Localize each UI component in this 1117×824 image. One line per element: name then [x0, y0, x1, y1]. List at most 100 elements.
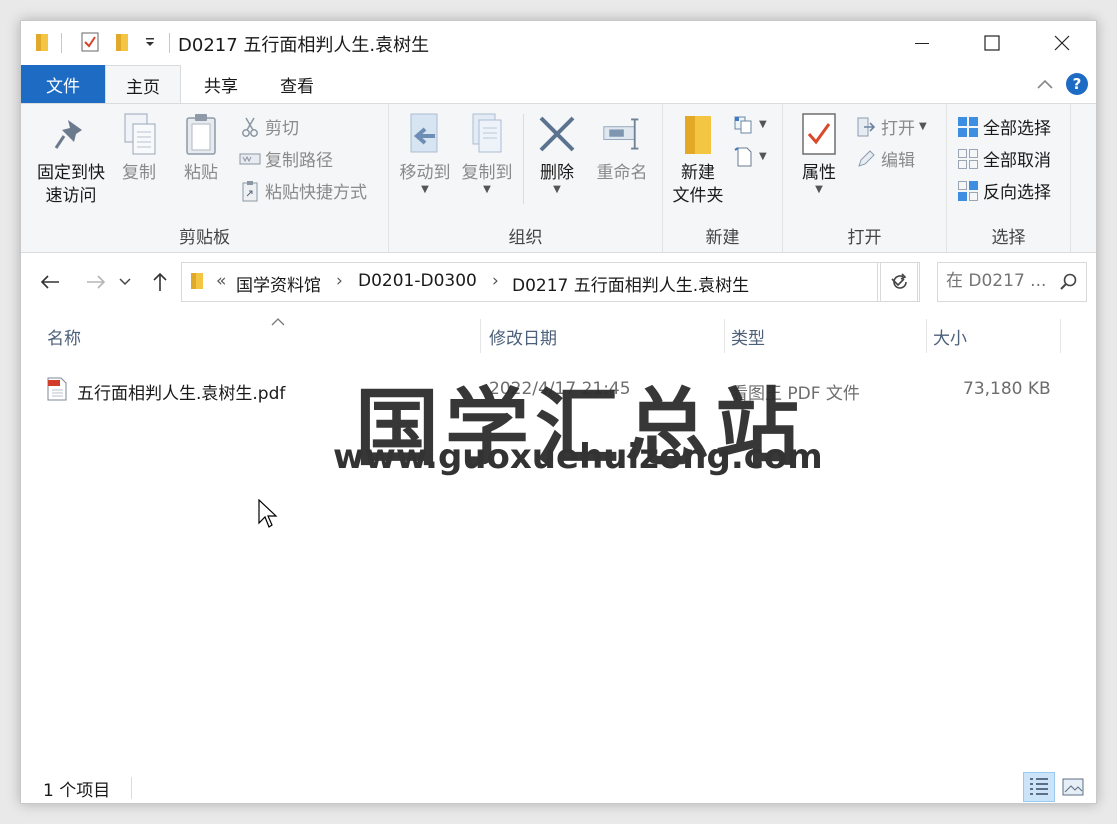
details-view-button[interactable] — [1023, 772, 1055, 802]
copy-button[interactable]: 复制 — [117, 112, 161, 185]
copy-to-icon — [467, 112, 507, 156]
rename-button[interactable]: 重命名 — [589, 112, 655, 185]
chevron-up-icon[interactable] — [1032, 71, 1058, 97]
breadcrumb-item[interactable]: D0217 五行面相判人生.袁树生 — [512, 271, 749, 296]
paste-shortcut-button[interactable]: 粘贴快捷方式 — [239, 178, 367, 203]
breadcrumb-item[interactable]: 国学资料馆 — [236, 271, 321, 296]
status-bar: 1 个项目 — [21, 771, 1096, 803]
large-icons-view-button[interactable] — [1057, 772, 1089, 802]
new-item-button[interactable]: ▼ — [733, 114, 767, 136]
properties-button[interactable]: 属性 ▼ — [795, 112, 843, 195]
search-icon[interactable] — [1060, 273, 1078, 296]
tab-home[interactable]: 主页 — [105, 65, 181, 104]
select-all-button[interactable]: 全部选择 — [957, 114, 1051, 139]
open-group: 属性 ▼ 打开 ▼ 编辑 打开 — [783, 104, 947, 252]
rename-icon — [602, 112, 642, 156]
watermark-url: www.guoxuehuizong.com — [333, 437, 823, 477]
explorer-window: D0217 五行面相判人生.袁树生 文件 主页 共享 查看 ? 固定到快 速访问… — [20, 20, 1097, 804]
pdf-file-icon — [45, 377, 69, 406]
select-group: 全部选择 全部取消 反向选择 选择 — [947, 104, 1071, 252]
folder-icon — [190, 271, 204, 296]
window-title: D0217 五行面相判人生.袁树生 — [178, 35, 430, 56]
sort-ascending-icon — [271, 315, 285, 329]
chevron-down-icon: ▼ — [815, 184, 823, 195]
delete-x-icon — [537, 112, 577, 156]
invert-selection-icon — [957, 180, 979, 202]
breadcrumb-separator[interactable]: › — [492, 271, 499, 291]
minimize-button[interactable] — [887, 21, 957, 65]
select-none-icon — [957, 148, 979, 170]
column-header-size[interactable]: 大小 — [927, 319, 1061, 353]
select-all-icon — [957, 116, 979, 138]
recent-locations-button[interactable] — [115, 267, 135, 297]
cut-button[interactable]: 剪切 — [239, 114, 299, 139]
refresh-button[interactable] — [880, 262, 920, 302]
help-icon[interactable]: ? — [1066, 73, 1088, 95]
chevron-down-icon: ▼ — [483, 184, 491, 195]
breadcrumb-overflow[interactable]: « — [216, 271, 226, 291]
properties-icon — [799, 112, 839, 156]
chevron-down-icon: ▼ — [553, 184, 561, 195]
ribbon: 固定到快 速访问 复制 粘贴 剪切 复制路径 粘贴快捷方式 剪贴板 移动到 ▼ … — [21, 103, 1096, 253]
paste-button[interactable]: 粘贴 — [179, 112, 223, 185]
file-size: 73,180 KB — [963, 379, 1051, 399]
new-folder-icon — [678, 112, 718, 156]
address-bar[interactable]: « 国学资料馆 › D0201-D0300 › D0217 五行面相判人生.袁树… — [181, 262, 878, 302]
column-header-type[interactable]: 类型 — [725, 319, 927, 353]
edit-button[interactable]: 编辑 — [855, 146, 915, 171]
copy-to-button[interactable]: 复制到 ▼ — [459, 112, 515, 195]
pin-quick-access-button[interactable]: 固定到快 速访问 — [31, 112, 111, 208]
tab-share[interactable]: 共享 — [185, 65, 257, 103]
up-button[interactable] — [145, 267, 175, 297]
scissors-icon — [239, 116, 261, 138]
chevron-down-icon: ▼ — [919, 120, 927, 132]
new-folder-quick-icon[interactable] — [111, 31, 133, 53]
chevron-down-icon: ▼ — [759, 151, 767, 162]
pin-icon — [51, 112, 91, 156]
organize-group-label: 组织 — [508, 228, 543, 248]
navigation-bar: « 国学资料馆 › D0201-D0300 › D0217 五行面相判人生.袁树… — [21, 253, 1096, 311]
new-folder-button[interactable]: 新建 文件夹 — [667, 112, 729, 208]
new-group: 新建 文件夹 ▼ ▼ 新建 — [663, 104, 783, 252]
forward-button[interactable] — [81, 267, 111, 297]
search-input[interactable] — [946, 271, 1056, 291]
chevron-down-icon: ▼ — [421, 184, 429, 195]
new-group-label: 新建 — [705, 228, 740, 248]
column-header-modified[interactable]: 修改日期 — [483, 319, 725, 353]
easy-access-button[interactable]: ▼ — [733, 146, 767, 168]
close-button[interactable] — [1027, 21, 1096, 65]
organize-group: 移动到 ▼ 复制到 ▼ 删除 ▼ 重命名 组织 — [389, 104, 663, 252]
clipboard-group-label: 剪贴板 — [179, 228, 230, 248]
invert-selection-button[interactable]: 反向选择 — [957, 178, 1051, 203]
easy-access-icon — [733, 146, 755, 168]
select-group-label: 选择 — [991, 228, 1026, 248]
customize-quick-access-icon[interactable] — [139, 31, 161, 53]
move-to-button[interactable]: 移动到 ▼ — [397, 112, 453, 195]
open-button[interactable]: 打开 ▼ — [855, 114, 927, 139]
file-name[interactable]: 五行面相判人生.袁树生.pdf — [77, 379, 285, 404]
breadcrumb-separator[interactable]: › — [336, 271, 343, 291]
copy-icon — [119, 112, 159, 156]
tab-file[interactable]: 文件 — [21, 65, 105, 103]
chevron-down-icon: ▼ — [759, 119, 767, 130]
item-count: 1 个项目 — [43, 781, 111, 801]
copy-path-icon — [239, 148, 261, 170]
properties-quick-icon[interactable] — [79, 31, 101, 53]
back-button[interactable] — [35, 267, 65, 297]
folder-icon — [31, 31, 53, 53]
open-icon — [855, 116, 877, 138]
breadcrumb-item[interactable]: D0201-D0300 — [358, 271, 477, 291]
clipboard-icon — [181, 112, 221, 156]
ribbon-tabs: 文件 主页 共享 查看 ? — [21, 65, 1096, 104]
column-header-name[interactable]: 名称 — [41, 318, 481, 353]
new-item-icon — [733, 114, 755, 136]
clipboard-group: 固定到快 速访问 复制 粘贴 剪切 复制路径 粘贴快捷方式 剪贴板 — [21, 104, 389, 252]
delete-button[interactable]: 删除 ▼ — [535, 112, 579, 195]
select-none-button[interactable]: 全部取消 — [957, 146, 1051, 171]
copy-path-button[interactable]: 复制路径 — [239, 146, 333, 171]
paste-shortcut-icon — [239, 180, 261, 202]
search-box[interactable] — [937, 262, 1087, 302]
tab-view[interactable]: 查看 — [261, 65, 333, 103]
maximize-button[interactable] — [957, 21, 1027, 65]
open-group-label: 打开 — [847, 228, 882, 248]
